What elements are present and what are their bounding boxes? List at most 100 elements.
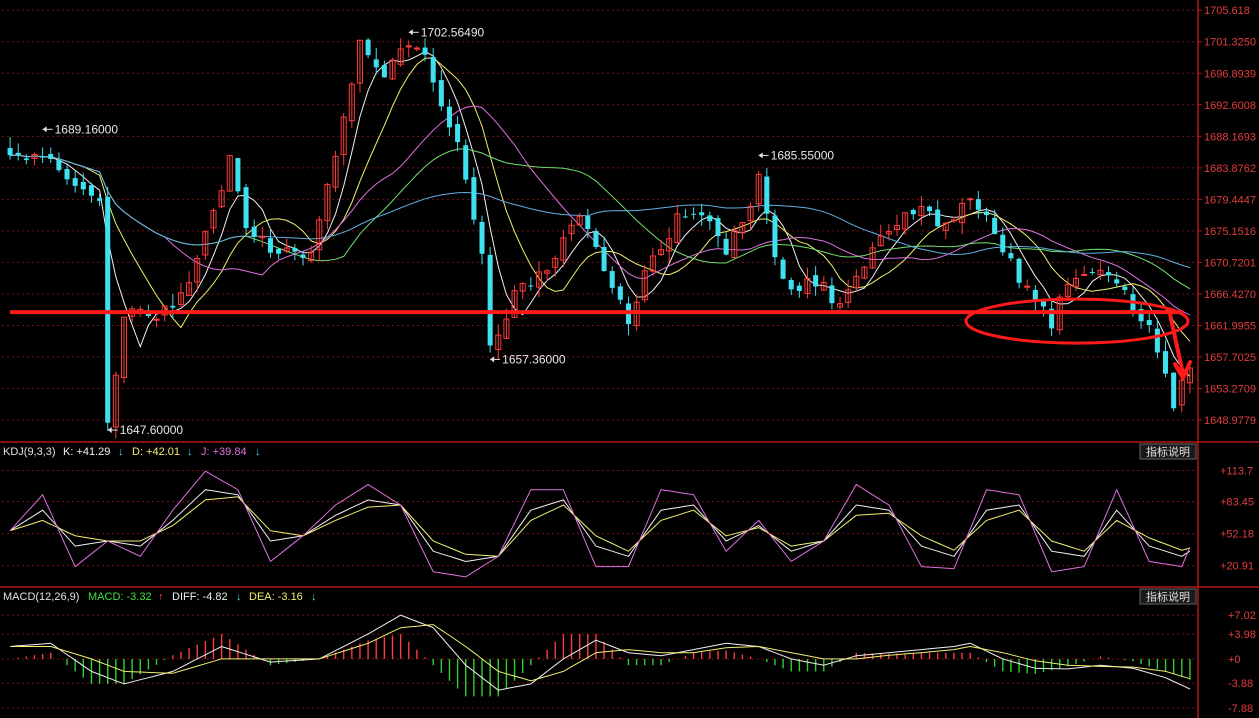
candle [1171,372,1177,412]
kdj-d-arrow: ↓ [187,446,193,458]
axis-tick-label: 1679.4447 [1204,194,1256,206]
candle-body-down [64,169,70,180]
callout-label: 1657.36000 [502,352,566,366]
candle-body-up [1024,285,1031,288]
candle-body-down [471,177,477,220]
candle-body-down [48,153,54,159]
macd-dea-value: DEA: -3.16 [249,591,303,603]
candle-body-up [967,198,974,201]
candle-body-down [992,217,998,235]
candle [487,246,493,353]
candle-body-down [780,259,786,279]
axis-tick-label: 1683.8762 [1204,163,1256,175]
candle-body-down [438,80,444,107]
candle-body-down [772,215,778,258]
kdj-explain-label: 指标说明 [1146,445,1190,459]
candle-body-down [1114,279,1120,284]
kdj-d-value: D: +42.01 [132,446,180,458]
candle-body-down [15,152,21,155]
kdj-explain-button[interactable]: 指标说明 [1139,443,1197,460]
macd-title: MACD(12,26,9) [3,591,79,603]
kdj-j-arrow: ↓ [255,446,261,458]
candle-body-down [935,209,941,227]
candle-body-down [796,285,802,292]
axis-tick-label: +20.91 [1220,561,1254,573]
candle-body-down [707,215,713,222]
candle-body-down [691,213,697,215]
axis-tick-label: +3.98 [1228,629,1256,641]
candle-body-down [243,187,249,229]
macd-dea-arrow: ↓ [311,591,317,603]
axis-tick-label: -7.88 [1228,703,1253,715]
candle [463,139,469,184]
price-callout: 1689.16000 [42,122,119,136]
axis-tick-label: +52.18 [1220,529,1254,541]
candle-body-down [88,185,94,196]
candle-body-down [97,198,103,201]
candle [235,157,241,194]
candle-body-down [479,221,485,254]
candle-body-down [430,57,436,83]
candle-body-down [609,271,615,288]
candle-body-down [7,147,13,156]
macd-diff-value: DIFF: -4.82 [172,591,228,603]
candle-body-down [585,216,591,230]
candle-body-down [910,209,916,215]
kdj-j-value: J: +39.84 [201,446,247,458]
candle-body-down [829,285,835,304]
macd-arrow: ↑ [158,591,164,603]
candle-body-down [300,254,306,258]
kdj-k-arrow: ↓ [118,446,124,458]
callout-label: 1702.56490 [421,25,485,39]
macd-explain-label: 指标说明 [1146,590,1190,604]
axis-tick-label: +7.02 [1228,610,1256,622]
candle-body-down [373,59,379,68]
candle-body-down [593,231,599,247]
candle-body-up [1081,273,1088,276]
candle-body-down [56,160,62,171]
candle-body-down [528,285,534,287]
axis-tick-label: 1670.7201 [1204,257,1256,269]
axis-tick-label: 1701.3250 [1204,37,1256,49]
price-callout: 1685.55000 [758,148,834,162]
candle-body-down [23,158,29,161]
candle-body-down [235,158,241,192]
candle-body-down [682,216,688,218]
axis-tick-label: +0 [1228,654,1241,666]
candle-body-down [601,247,607,272]
candle-body-down [975,199,981,210]
candle-body-down [455,124,461,143]
candle-body-up [413,47,420,50]
candle-body-down [105,196,111,423]
candle-body-down [983,211,990,216]
axis-tick-label: 1692.6008 [1204,100,1256,112]
kdj-title: KDJ(9,3,3) [3,446,56,458]
candle-body-down [1106,272,1112,276]
callout-label: 1689.16000 [55,122,119,136]
candle-body-down [1154,328,1160,353]
candle-body-down [381,65,387,78]
axis-tick-label: 1705.618 [1204,5,1250,17]
macd-explain-button[interactable]: 指标说明 [1139,588,1197,605]
candle-body-down [40,156,46,158]
candle [780,256,786,280]
candle-body-down [1000,234,1006,253]
axis-tick-label: 1653.2709 [1204,384,1256,396]
candle-body-down [1122,286,1128,290]
candle-body-down [422,47,428,55]
candle-body-down [1171,372,1177,409]
candle-body-down [487,254,493,346]
axis-tick-label: 1688.1693 [1204,131,1256,143]
candle-body-down [251,226,257,237]
axis-tick-label: 1666.4270 [1204,289,1256,301]
candle-body-down [1162,351,1169,374]
price-callout: 1702.56490 [408,25,485,39]
candle-body-down [715,218,721,237]
axis-tick-label: 1648.9779 [1204,415,1256,427]
candle [243,183,249,235]
candle-body-up [405,45,412,48]
candle-body-down [276,248,282,254]
candle-body-down [446,106,452,128]
candle-body-down [365,39,371,56]
macd-value: MACD: -3.32 [88,591,152,603]
